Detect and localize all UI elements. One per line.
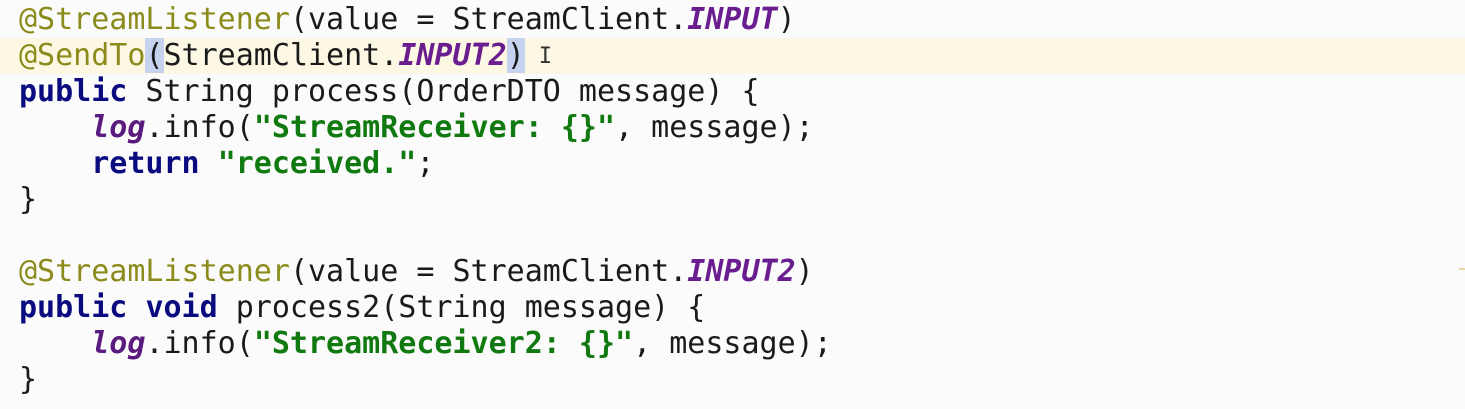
code-line-4[interactable]: log.info("StreamReceiver: {}", message); xyxy=(19,110,814,146)
code-text: ) xyxy=(777,2,796,37)
code-text: .info( xyxy=(145,110,254,145)
code-line-10[interactable]: } xyxy=(19,362,37,398)
string-literal: "StreamReceiver2: {}" xyxy=(253,326,634,361)
keyword: public xyxy=(19,74,128,109)
constant: INPUT xyxy=(687,2,778,37)
keyword: public xyxy=(19,290,128,325)
keyword: return xyxy=(91,146,200,181)
code-text: ) xyxy=(795,254,814,289)
annotation: @SendTo xyxy=(19,38,146,73)
static-field: log xyxy=(91,326,146,361)
code-line-2[interactable]: @SendTo(StreamClient.INPUT2) I xyxy=(19,38,552,74)
code-line-6[interactable]: } xyxy=(19,182,37,218)
code-line-1[interactable]: @StreamListener(value = StreamClient.INP… xyxy=(19,2,796,38)
string-literal: "StreamReceiver: {}" xyxy=(253,110,616,145)
matched-paren-close: ) xyxy=(506,38,525,73)
code-text: .info( xyxy=(145,326,254,361)
code-text: (value = StreamClient. xyxy=(289,2,688,37)
code-line-3[interactable]: public String process(OrderDTO message) … xyxy=(19,74,760,110)
matched-paren-open: ( xyxy=(145,38,164,73)
code-text: String process(OrderDTO message) { xyxy=(127,74,760,109)
code-editor[interactable]: @StreamListener(value = StreamClient.INP… xyxy=(0,0,1465,409)
code-text: , message); xyxy=(615,110,814,145)
keyword: void xyxy=(145,290,218,325)
closing-brace: } xyxy=(19,182,38,217)
code-line-9[interactable]: log.info("StreamReceiver2: {}", message)… xyxy=(19,326,832,362)
code-text: StreamClient. xyxy=(163,38,399,73)
constant: INPUT2 xyxy=(398,38,507,73)
constant: INPUT2 xyxy=(687,254,796,289)
annotation: @StreamListener xyxy=(19,254,290,289)
code-line-8[interactable]: public void process2(String message) { xyxy=(19,290,705,326)
code-text: (value = StreamClient. xyxy=(289,254,688,289)
annotation: @StreamListener xyxy=(19,2,290,37)
code-text: process2(String message) { xyxy=(217,290,706,325)
code-text: ; xyxy=(416,146,435,181)
static-field: log xyxy=(91,110,146,145)
code-text: , message); xyxy=(633,326,832,361)
closing-brace: } xyxy=(19,362,38,397)
scrollbar-marker xyxy=(1459,268,1465,270)
string-literal: "received." xyxy=(217,146,417,181)
code-line-5[interactable]: return "received."; xyxy=(19,146,434,182)
text-cursor-icon: I xyxy=(538,43,552,69)
code-line-7[interactable]: @StreamListener(value = StreamClient.INP… xyxy=(19,254,814,290)
